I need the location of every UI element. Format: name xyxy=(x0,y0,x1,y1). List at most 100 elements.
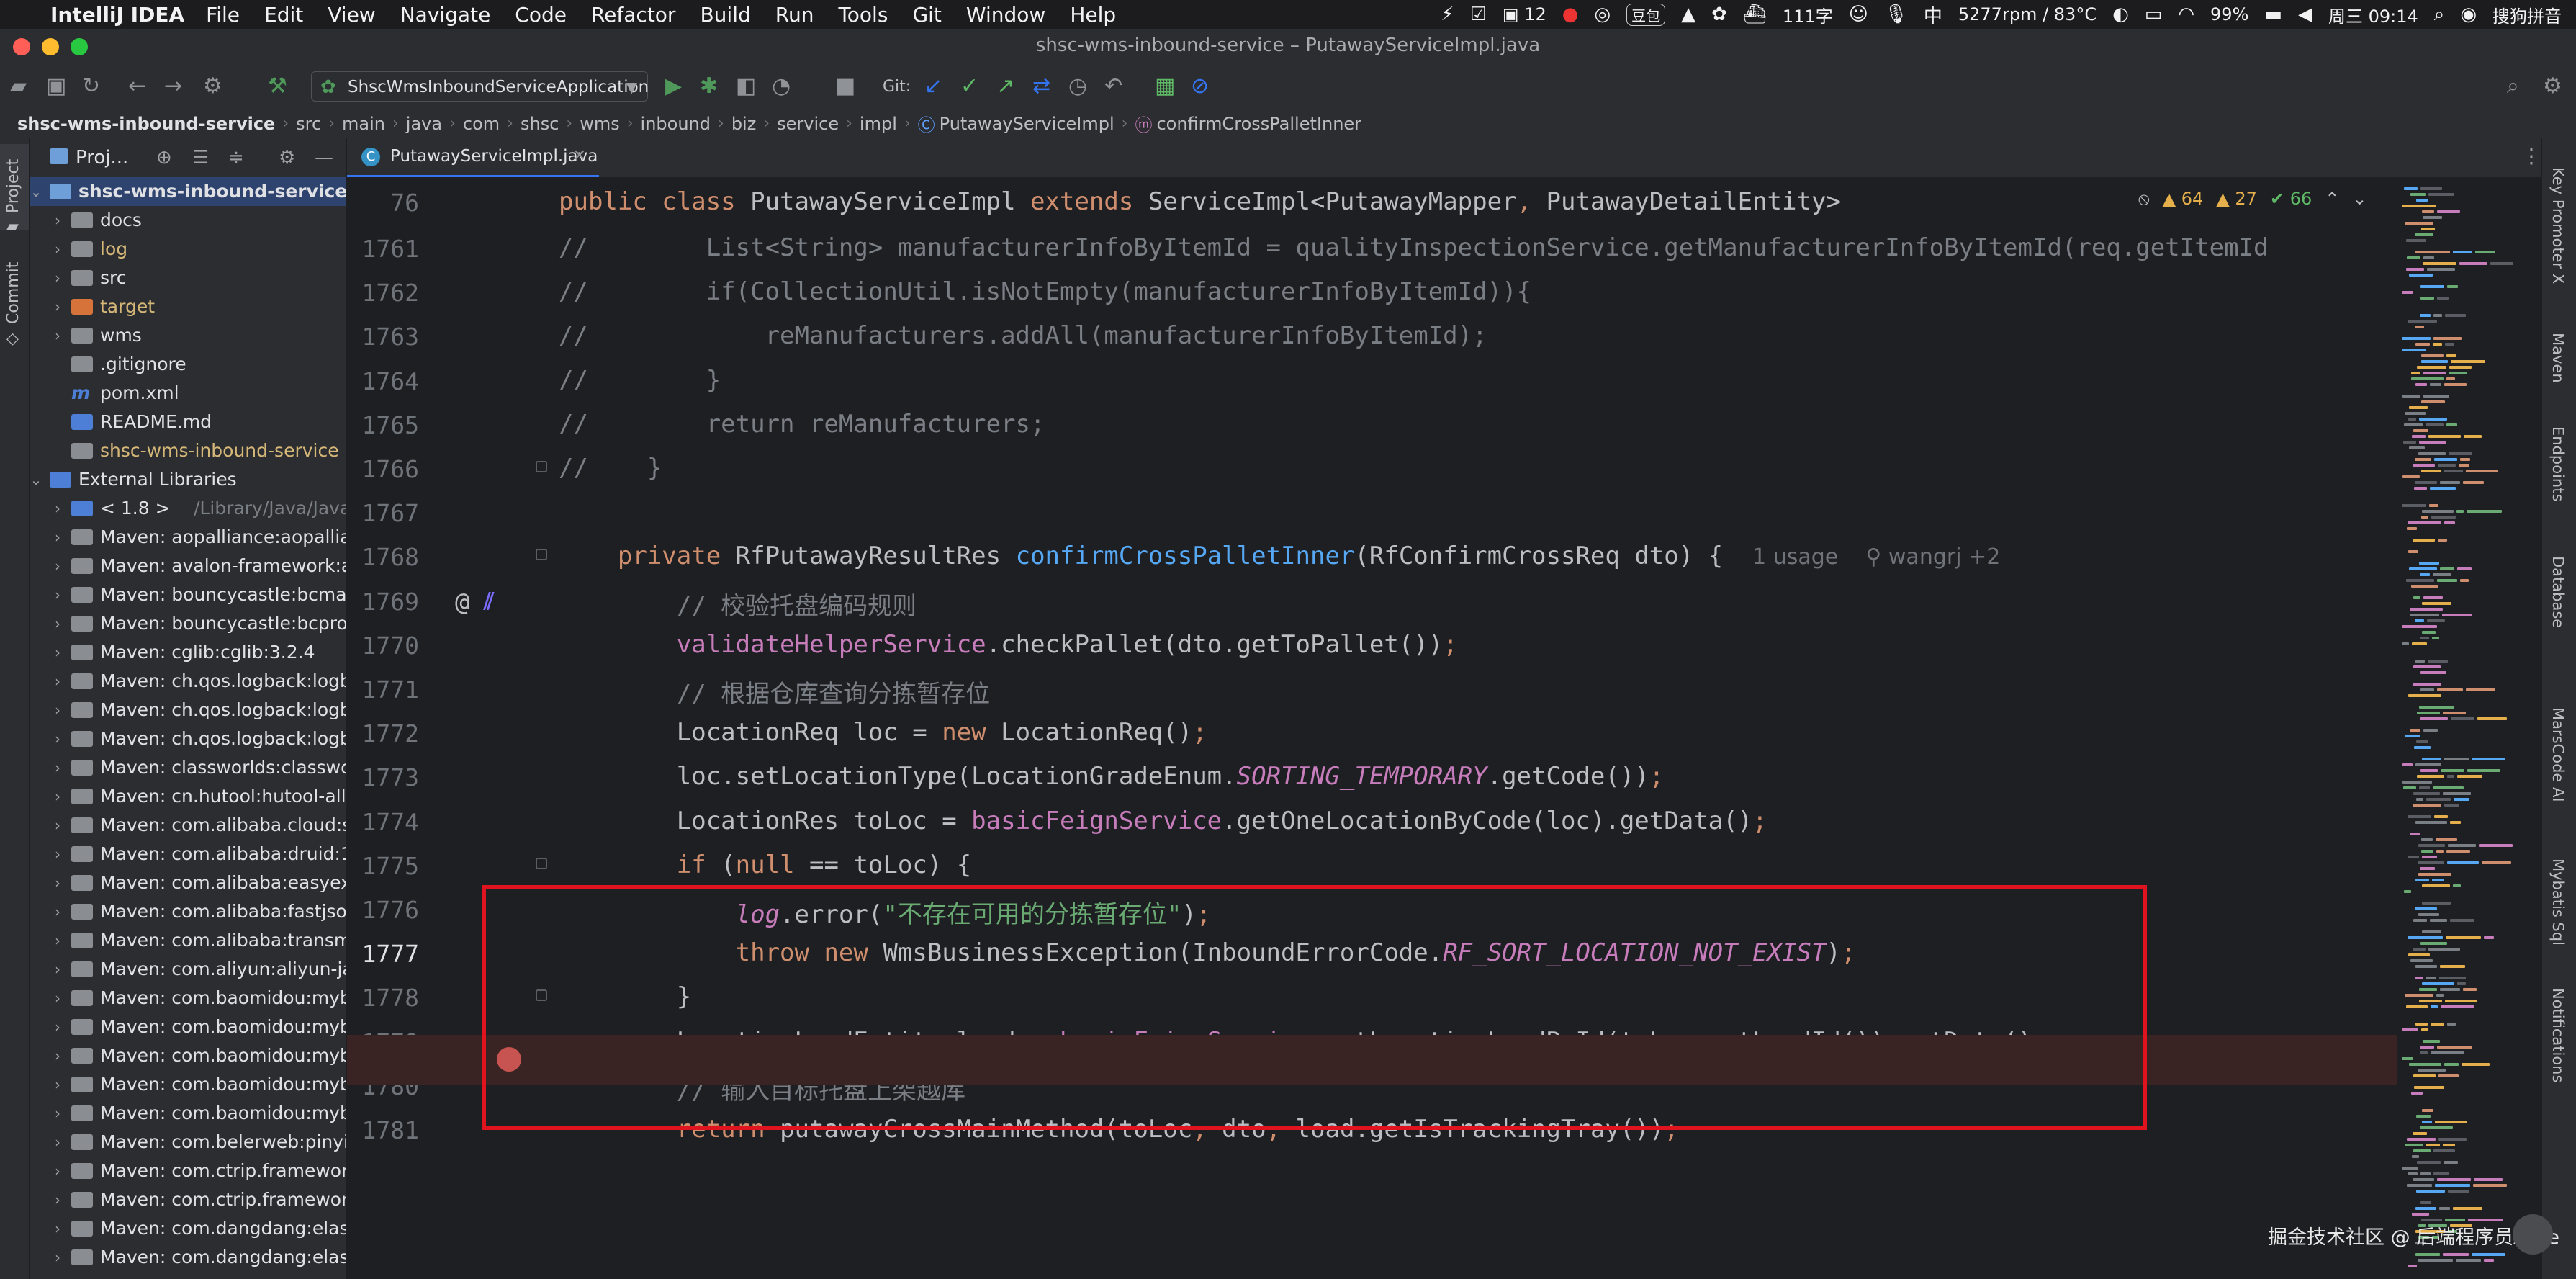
tree-item[interactable]: › Maven: com.belerweb:pinyi xyxy=(30,1128,346,1157)
code-line[interactable]: LocationRes toLoc = basicFeignService.ge… xyxy=(559,807,1767,857)
status-app-icon[interactable]: ☑ xyxy=(1470,4,1487,25)
reader-mode-icon[interactable]: ⦸ xyxy=(2138,189,2150,209)
chevron-right-icon[interactable]: › xyxy=(50,1070,66,1099)
breadcrumb-item[interactable]: java xyxy=(406,114,442,134)
maven-tool-button[interactable]: Maven xyxy=(2549,333,2567,383)
breadcrumb-item[interactable]: com xyxy=(463,114,500,134)
tree-item[interactable]: › Maven: cn.hutool:hutool-all xyxy=(30,782,346,811)
tree-item[interactable]: › Maven: cglib:cglib:3.2.4 xyxy=(30,638,346,667)
code-line[interactable]: // return reManufacturers; xyxy=(559,410,1045,460)
chevron-right-icon[interactable]: › xyxy=(50,552,66,580)
tree-item[interactable]: › Maven: avalon-framework:a xyxy=(30,552,346,580)
tree-item[interactable]: › Maven: com.ctrip.framewor xyxy=(30,1185,346,1214)
tree-item[interactable]: › Maven: com.ctrip.framewor xyxy=(30,1157,346,1185)
tree-item[interactable]: › docs xyxy=(30,206,346,235)
breadcrumb-item[interactable]: main xyxy=(342,114,385,134)
breadcrumb-item[interactable]: wms xyxy=(580,114,620,134)
microphone-icon[interactable]: 🎙 xyxy=(1884,4,1908,25)
tree-item[interactable]: ⌄ shsc-wms-inbound-service xyxy=(30,177,346,206)
tree-item[interactable]: ⌄ External Libraries xyxy=(30,465,346,494)
code-line[interactable]: // 根据仓库查询分拣暂存位 xyxy=(559,674,990,724)
run-icon[interactable]: ▶ xyxy=(665,73,682,99)
locate-target-icon[interactable]: ⊕ xyxy=(156,147,172,169)
menu-view[interactable]: View xyxy=(328,3,375,27)
back-arrow-icon[interactable]: ← xyxy=(128,73,146,99)
breadcrumb-item[interactable]: shsc xyxy=(521,114,559,134)
chevron-right-icon[interactable]: › xyxy=(50,753,66,782)
tree-item[interactable]: › Maven: com.alibaba:fastjso xyxy=(30,897,346,926)
code-line[interactable]: public class PutawayServiceImpl extends … xyxy=(559,187,1841,238)
chevron-right-icon[interactable]: › xyxy=(50,264,66,292)
tree-item[interactable]: › < 1.8 > /Library/Java/JavaV xyxy=(30,494,346,523)
key-promoter-x-button[interactable]: Key Promoter X xyxy=(2549,167,2567,284)
git-push-icon[interactable]: ↗ xyxy=(996,73,1014,99)
inspection-widget[interactable]: ⦸ ▲ 64 ▲ 27 ✔ 66 ⌃ ⌄ xyxy=(2138,184,2366,213)
fold-marker-icon[interactable] xyxy=(536,549,547,561)
word-count-status[interactable]: 111字 xyxy=(1783,2,1833,27)
project-tool-window-button[interactable]: Project xyxy=(4,159,22,213)
stop-icon[interactable]: ■ xyxy=(835,73,855,99)
tree-item[interactable]: › Maven: ch.qos.logback:logb xyxy=(30,696,346,724)
chevron-right-icon[interactable]: › xyxy=(50,494,66,523)
weak-warning-count[interactable]: ▲ 27 xyxy=(2216,189,2257,209)
close-tab-icon[interactable]: ✕ xyxy=(573,138,586,174)
menu-code[interactable]: Code xyxy=(515,3,567,27)
chevron-right-icon[interactable]: › xyxy=(50,667,66,696)
chevron-right-icon[interactable]: › xyxy=(50,1013,66,1041)
breadcrumb-item[interactable]: confirmCrossPalletInner xyxy=(1156,114,1361,134)
breadcrumb-item[interactable]: biz xyxy=(731,114,757,134)
chevron-right-icon[interactable]: › xyxy=(50,724,66,753)
open-folder-icon[interactable]: ▰ xyxy=(10,73,27,99)
tree-item[interactable]: › Maven: com.baomidou:myb xyxy=(30,1099,346,1128)
tree-item[interactable]: › Maven: ch.qos.logback:logb xyxy=(30,667,346,696)
status-app-icon[interactable]: ▲ xyxy=(1681,4,1695,25)
battery-status[interactable]: 99% xyxy=(2210,4,2248,24)
tree-item[interactable]: › Maven: aopalliance:aopallia xyxy=(30,523,346,552)
tree-item[interactable]: › Maven: com.alibaba:druid:1 xyxy=(30,840,346,869)
tree-item[interactable]: › Maven: com.alibaba:easyex xyxy=(30,869,346,897)
chevron-right-icon[interactable]: › xyxy=(50,1185,66,1214)
save-icon[interactable]: ▣ xyxy=(46,73,66,99)
marscode-ai-tool-button[interactable]: MarsCode AI xyxy=(2549,707,2567,802)
menu-file[interactable]: File xyxy=(206,3,240,27)
chevron-right-icon[interactable]: › xyxy=(50,235,66,264)
fold-marker-icon[interactable] xyxy=(536,461,547,472)
status-app-icon[interactable]: ✿ xyxy=(1711,4,1727,25)
build-hammer-icon[interactable]: ⚒ xyxy=(268,73,287,99)
tree-item[interactable]: › Maven: com.baomidou:myb xyxy=(30,1070,346,1099)
tree-item[interactable]: › Maven: bouncycastle:bcma xyxy=(30,580,346,609)
breadcrumb-item[interactable]: inbound xyxy=(641,114,711,134)
tree-item[interactable]: › src xyxy=(30,264,346,292)
douban-status-item[interactable]: 豆包 xyxy=(1626,3,1666,26)
warning-count[interactable]: ▲ 64 xyxy=(2163,189,2204,209)
typo-count[interactable]: ✔ 66 xyxy=(2270,189,2312,209)
commit-tool-window-button[interactable]: Commit xyxy=(4,262,22,324)
chevron-right-icon[interactable]: › xyxy=(50,897,66,926)
chevron-down-icon[interactable]: ⌄ xyxy=(30,465,44,494)
coverage-icon[interactable]: ◧ xyxy=(736,73,756,99)
breadcrumb-item[interactable]: service xyxy=(777,114,839,134)
volume-icon[interactable]: ◀ xyxy=(2298,4,2312,25)
chevron-right-icon[interactable]: › xyxy=(50,1214,66,1243)
tree-item[interactable]: › Maven: bouncycastle:bcpro xyxy=(30,609,346,638)
chevron-right-icon[interactable]: › xyxy=(50,984,66,1013)
git-merge-icon[interactable]: ⇄ xyxy=(1032,73,1050,99)
emoji-icon[interactable]: ☺ xyxy=(1849,4,1868,25)
git-update-icon[interactable]: ↙ xyxy=(924,73,942,99)
inlay-hint[interactable]: 1 usage ⚲ wangrj +2 xyxy=(1752,544,2000,570)
code-line[interactable]: validateHelperService.checkPallet(dto.ge… xyxy=(559,630,1458,681)
breadcrumb-item[interactable]: PutawayServiceImpl xyxy=(940,114,1114,134)
chevron-right-icon[interactable]: › xyxy=(50,811,66,840)
run-configuration-select[interactable]: ✿ ShscWmsInboundServiceApplication ▼ xyxy=(311,71,649,102)
tree-item[interactable]: .gitignore xyxy=(30,350,346,379)
breadcrumb-item[interactable]: src xyxy=(296,114,321,134)
tree-item[interactable]: › Maven: com.alibaba.cloud:s xyxy=(30,811,346,840)
tree-item[interactable]: › Maven: com.dangdang:elas xyxy=(30,1214,346,1243)
airplay-icon[interactable]: ▭ xyxy=(2145,4,2163,25)
menu-git[interactable]: Git xyxy=(912,3,941,27)
menu-edit[interactable]: Edit xyxy=(264,3,303,27)
expand-all-icon[interactable]: ☰ xyxy=(192,147,209,169)
git-commit-icon[interactable]: ✓ xyxy=(960,73,978,99)
tree-item[interactable]: › Maven: classworlds:classwo xyxy=(30,753,346,782)
chevron-right-icon[interactable]: › xyxy=(50,638,66,667)
